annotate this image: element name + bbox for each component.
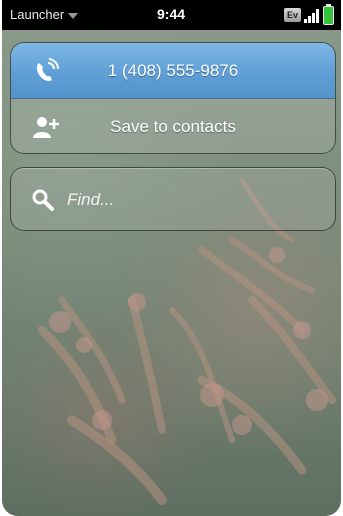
status-bar: Launcher 9:44 Ev (2, 0, 341, 30)
phone-number-label: 1 (408) 555-9876 (107, 60, 239, 80)
chevron-down-icon (68, 12, 79, 19)
call-number-row[interactable]: 1 (408) 555-9876 (11, 43, 335, 99)
find-field[interactable] (10, 167, 336, 231)
save-to-contacts-row[interactable]: Save to contacts (11, 99, 335, 153)
phone-call-icon (36, 58, 60, 81)
search-input[interactable] (65, 184, 319, 216)
signal-strength-icon (304, 9, 320, 23)
battery-icon (323, 4, 334, 25)
device-screen: Launcher 9:44 Ev 1 (408) 555-9876 Save t… (2, 0, 341, 516)
clock: 9:44 (157, 6, 186, 22)
launcher-label: Launcher (10, 7, 65, 22)
save-to-contacts-label: Save to contacts (110, 117, 236, 136)
launcher-menu[interactable]: Launcher (10, 7, 79, 22)
action-list: 1 (408) 555-9876 Save to contacts (10, 42, 336, 154)
add-contact-icon (33, 117, 59, 138)
search-icon (32, 189, 54, 211)
network-type-badge: Ev (284, 8, 301, 22)
